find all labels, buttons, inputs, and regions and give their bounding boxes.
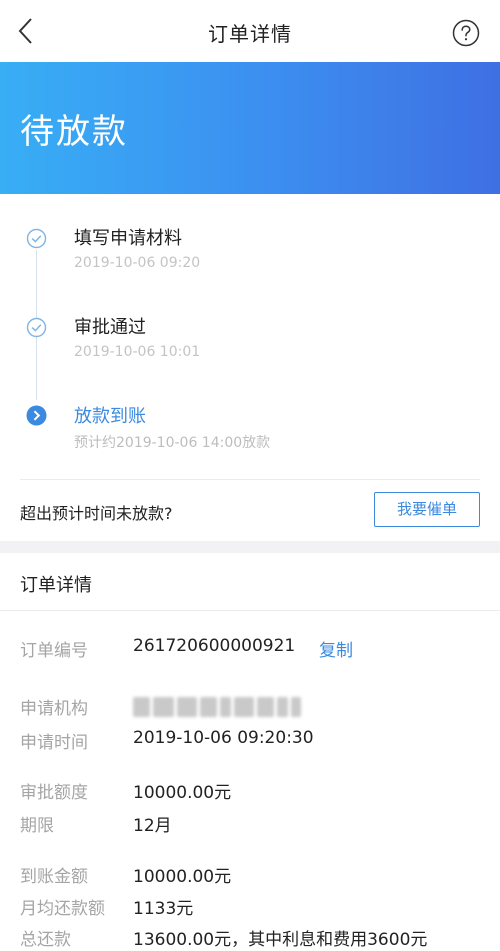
monthly-repay-row: 月均还款额 1133元	[20, 894, 490, 922]
received-amount-value: 10000.00元	[133, 867, 232, 887]
progress-timeline: 填写申请材料 2019-10-06 09:20 审批通过 2019-10-06 …	[0, 194, 500, 479]
order-number-row: 订单编号 261720600000921 复制	[20, 636, 490, 664]
institution-label: 申请机构	[20, 699, 88, 719]
redacted-institution	[133, 697, 301, 717]
urge-row: 超出预计时间未放款? 我要催单	[20, 479, 480, 541]
urge-button[interactable]: 我要催单	[374, 492, 480, 527]
total-repay-value: 13600.00元，其中利息和费用3600元	[133, 930, 428, 950]
urge-prompt: 超出预计时间未放款?	[20, 504, 173, 523]
approved-amount-value: 10000.00元	[133, 783, 232, 803]
institution-row: 申请机构	[20, 694, 490, 722]
order-number-label: 订单编号	[20, 641, 88, 661]
term-label: 期限	[20, 816, 54, 836]
order-number-value: 261720600000921	[133, 636, 296, 656]
order-status: 待放款	[20, 112, 128, 152]
apply-time-row: 申请时间 2019-10-06 09:20:30	[20, 728, 490, 756]
monthly-repay-label: 月均还款额	[20, 899, 105, 919]
step-time: 2019-10-06 09:20	[74, 255, 201, 271]
section-title: 订单详情	[20, 575, 92, 596]
status-banner: 待放款	[0, 62, 500, 194]
apply-time-value: 2019-10-06 09:20:30	[133, 728, 314, 748]
approved-amount-row: 审批额度 10000.00元	[20, 778, 490, 806]
question-circle-icon[interactable]	[452, 19, 480, 47]
approved-amount-label: 审批额度	[20, 783, 88, 803]
received-amount-row: 到账金额 10000.00元	[20, 862, 490, 890]
check-circle-icon	[26, 317, 47, 338]
check-circle-icon	[26, 228, 47, 249]
step-time: 预计约2019-10-06 14:00放款	[74, 435, 271, 451]
apply-time-label: 申请时间	[20, 733, 88, 753]
copy-button[interactable]: 复制	[319, 636, 353, 661]
total-repay-label: 总还款	[20, 930, 71, 950]
step-title: 填写申请材料	[74, 228, 182, 249]
term-value: 12月	[133, 816, 172, 836]
step-title: 审批通过	[74, 317, 146, 338]
monthly-repay-value: 1133元	[133, 899, 194, 919]
section-divider	[0, 541, 500, 553]
received-amount-label: 到账金额	[20, 867, 88, 887]
order-detail-page: 订单详情 待放款 填写申请材料 2019-10-06 09:20 审批通过 20…	[0, 0, 500, 951]
order-detail-header: 订单详情	[0, 553, 500, 611]
page-title: 订单详情	[208, 22, 292, 46]
term-row: 期限 12月	[20, 811, 490, 839]
arrow-circle-icon	[26, 405, 47, 426]
step-title: 放款到账	[74, 406, 146, 427]
step-time: 2019-10-06 10:01	[74, 344, 201, 360]
total-repay-row: 总还款 13600.00元，其中利息和费用3600元	[20, 925, 490, 951]
navigation-bar: 订单详情	[0, 0, 500, 62]
